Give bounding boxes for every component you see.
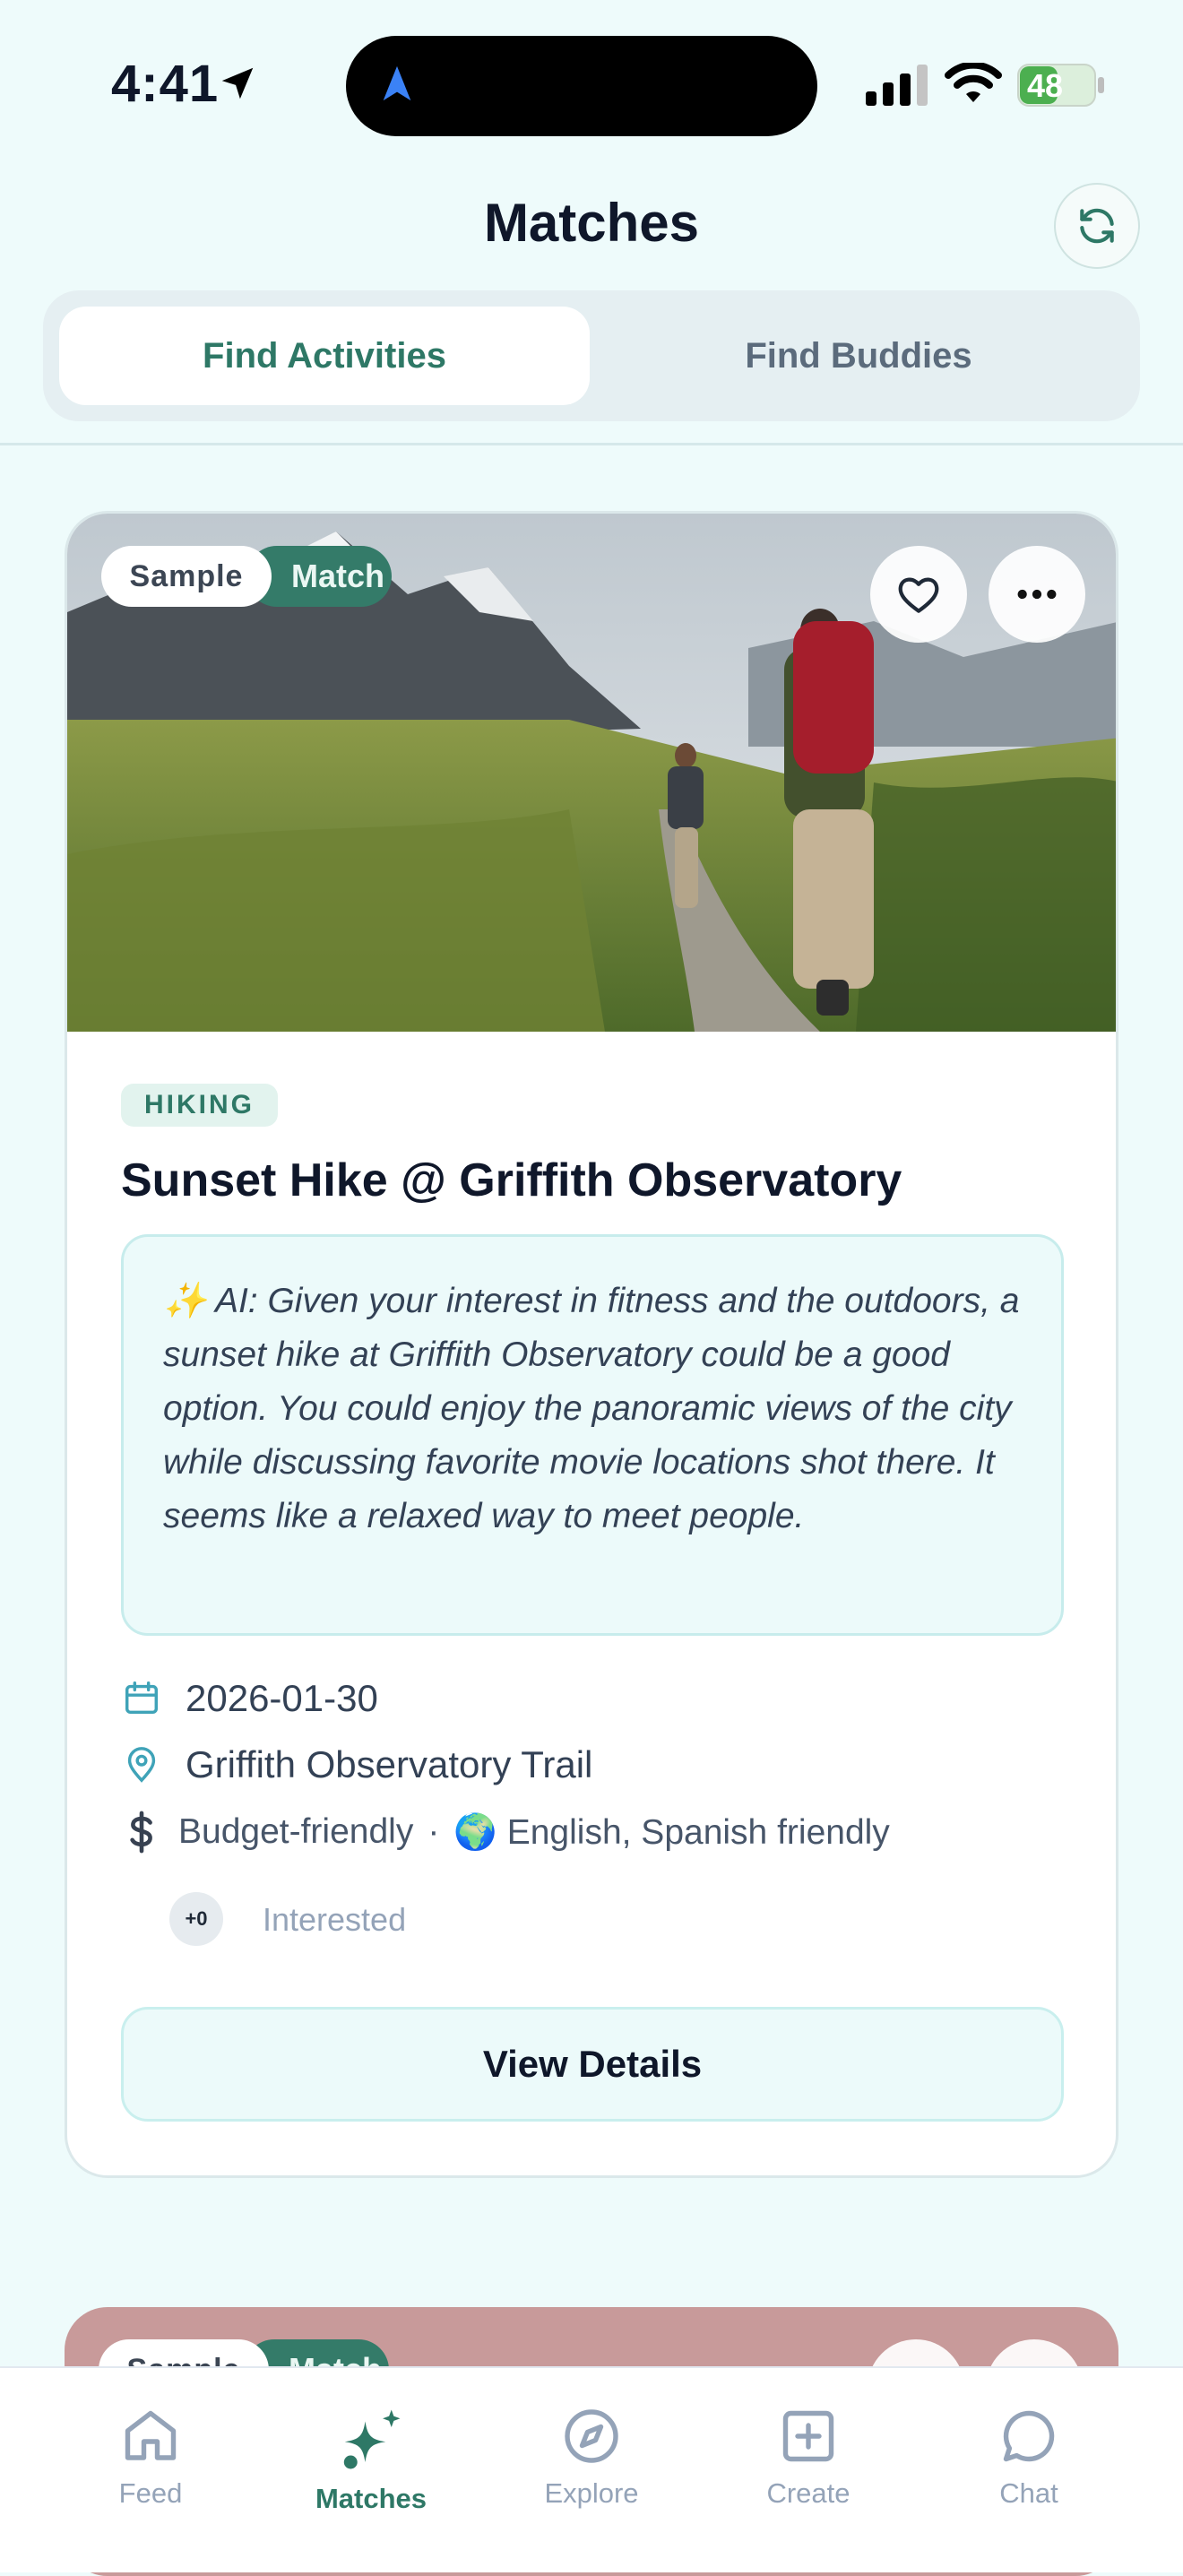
home-icon	[125, 2410, 177, 2460]
interested-label: Interested	[263, 1901, 407, 1938]
tab-find-buddies[interactable]: Find Buddies	[593, 307, 1124, 405]
page-title: Matches	[483, 193, 700, 253]
nav-label-feed: Feed	[118, 2477, 183, 2509]
navigation-arrow-icon	[383, 65, 411, 101]
date-row: 2026-01-30	[121, 1677, 378, 1720]
nav-explore[interactable]: Explore	[502, 2404, 681, 2510]
nav-chat[interactable]: Chat	[939, 2404, 1118, 2510]
segmented-tabs: Find Activities Find Buddies	[43, 290, 1140, 421]
ellipsis-icon	[1017, 589, 1057, 600]
language-label: 🌍 English, Spanish friendly	[453, 1813, 890, 1852]
sample-badge: Sample	[101, 546, 272, 607]
category-tag: HIKING	[121, 1084, 278, 1127]
nav-label-explore: Explore	[544, 2477, 639, 2509]
dollar-icon	[130, 1811, 152, 1854]
battery-level: 48	[1027, 67, 1064, 104]
meta-separator: ·	[427, 1812, 440, 1851]
map-pin-icon	[127, 1747, 156, 1783]
plus-square-icon	[782, 2410, 834, 2462]
interested-count: +0	[169, 1892, 223, 1946]
nav-label-matches: Matches	[315, 2483, 427, 2514]
activity-card[interactable]: Match Sample HIKING Sunset Hike @ Griffi…	[65, 511, 1118, 2178]
nav-matches[interactable]: Matches	[281, 2404, 461, 2515]
compass-icon	[565, 2409, 618, 2463]
favorite-button[interactable]	[870, 546, 967, 643]
wifi-icon	[945, 63, 1002, 102]
activity-title: Sunset Hike @ Griffith Observatory	[121, 1154, 902, 1206]
ai-suggestion-box: ✨ AI: Given your interest in fitness and…	[121, 1234, 1064, 1636]
budget-label: Budget-friendly	[178, 1812, 414, 1851]
nav-create[interactable]: Create	[719, 2404, 898, 2510]
cellular-signal-icon	[866, 65, 928, 106]
location-row: Griffith Observatory Trail	[121, 1743, 592, 1786]
nav-label-create: Create	[766, 2477, 851, 2509]
activity-location: Griffith Observatory Trail	[186, 1743, 593, 1785]
nav-feed[interactable]: Feed	[61, 2404, 240, 2510]
refresh-button[interactable]	[1054, 183, 1140, 269]
sparkle-icon	[343, 2409, 401, 2469]
location-arrow-icon	[221, 67, 254, 99]
heart-icon	[898, 577, 939, 613]
refresh-icon	[1080, 208, 1114, 244]
tab-find-activities[interactable]: Find Activities	[59, 307, 590, 405]
activity-date: 2026-01-30	[186, 1677, 378, 1719]
budget-language-row: Budget-friendly · 🌍 English, Spanish fri…	[121, 1810, 890, 1854]
bottom-navigation: Feed Matches Explore Create Chat	[0, 2366, 1183, 2572]
battery-indicator: 48	[1016, 63, 1106, 108]
more-options-button[interactable]	[989, 546, 1085, 643]
calendar-icon	[125, 1681, 159, 1715]
nav-label-chat: Chat	[999, 2477, 1058, 2509]
chat-icon	[1003, 2410, 1055, 2462]
status-time: 4:41	[111, 55, 220, 113]
header-divider	[0, 443, 1183, 445]
view-details-button[interactable]: View Details	[121, 2007, 1064, 2122]
ai-suggestion-text: ✨ AI: Given your interest in fitness and…	[163, 1282, 1020, 1535]
